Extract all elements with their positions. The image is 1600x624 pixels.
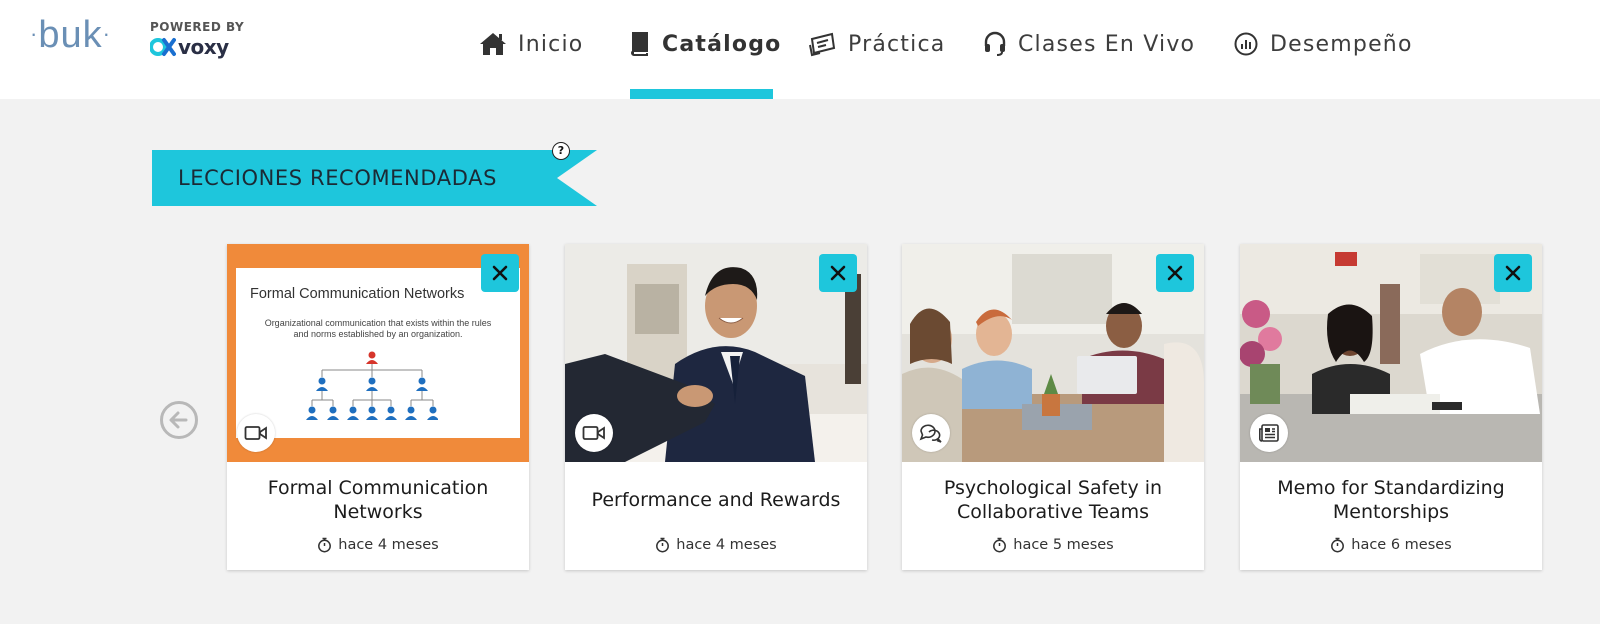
- book-icon: [626, 29, 652, 59]
- document-type-badge: [1250, 414, 1288, 452]
- lesson-thumbnail: [1240, 244, 1542, 462]
- stopwatch-icon: [317, 537, 332, 553]
- lesson-time: hace 5 meses: [902, 537, 1204, 553]
- lesson-time: hace 4 meses: [565, 537, 867, 553]
- lesson-title: Psychological Safety in Collaborative Te…: [943, 477, 1163, 523]
- lesson-time: hace 4 meses: [227, 537, 529, 553]
- stopwatch-icon: [1330, 537, 1345, 553]
- home-icon: [478, 29, 508, 59]
- close-icon: [1505, 265, 1521, 281]
- lesson-card[interactable]: Formal Communication Networks Organizati…: [227, 244, 529, 570]
- dismiss-button[interactable]: [481, 254, 519, 292]
- stopwatch-icon: [655, 537, 670, 553]
- chat-type-badge: [912, 414, 950, 452]
- arrow-left-icon: [160, 401, 198, 439]
- headset-icon: [982, 29, 1008, 59]
- chat-icon: [919, 424, 942, 443]
- lesson-card[interactable]: Memo for Standardizing Mentorships hace …: [1240, 244, 1542, 570]
- nav-item-practica[interactable]: Práctica: [808, 26, 945, 62]
- lesson-card[interactable]: Performance and Rewards hace 4 meses: [565, 244, 867, 570]
- lesson-title: Memo for Standardizing Mentorships: [1277, 477, 1505, 523]
- help-button[interactable]: ?: [552, 142, 570, 160]
- close-icon: [830, 265, 846, 281]
- lesson-title: Performance and Rewards: [591, 489, 841, 511]
- lesson-thumbnail: Formal Communication Networks Organizati…: [227, 244, 529, 462]
- lesson-thumbnail: [902, 244, 1204, 462]
- lesson-card[interactable]: Psychological Safety in Collaborative Te…: [902, 244, 1204, 570]
- lesson-title: Formal Communication Networks: [267, 477, 489, 523]
- dismiss-button[interactable]: [1156, 254, 1194, 292]
- slide-preview: Formal Communication Networks Organizati…: [236, 268, 520, 438]
- lesson-thumbnail: [565, 244, 867, 462]
- dismiss-button[interactable]: [819, 254, 857, 292]
- slide-title: Formal Communication Networks: [250, 286, 465, 302]
- stopwatch-icon: [992, 537, 1007, 553]
- video-type-badge: [237, 414, 275, 452]
- close-icon: [492, 265, 508, 281]
- nav-item-inicio[interactable]: Inicio: [478, 26, 583, 62]
- dismiss-button[interactable]: [1494, 254, 1532, 292]
- section-title: LECCIONES RECOMENDADAS: [178, 166, 498, 190]
- carousel-prev-button[interactable]: [159, 400, 199, 440]
- video-icon: [244, 426, 267, 440]
- video-type-badge: [575, 414, 613, 452]
- nav-item-catalogo[interactable]: Catálogo: [626, 26, 781, 62]
- active-tab-indicator: [630, 89, 773, 99]
- document-icon: [1258, 424, 1279, 442]
- main-nav: Inicio Catálogo Práctica Clases En Vivo …: [0, 0, 1600, 99]
- nav-item-clases-en-vivo[interactable]: Clases En Vivo: [982, 26, 1195, 62]
- practice-icon: [808, 29, 838, 59]
- lesson-time: hace 6 meses: [1240, 537, 1542, 553]
- slide-subtitle: Organizational communication that exists…: [264, 318, 492, 339]
- chart-icon: [1232, 29, 1260, 59]
- top-header: ·buk· POWERED BY voxy Inicio Catálogo Pr…: [0, 0, 1600, 99]
- video-icon: [582, 426, 605, 440]
- nav-item-desempeno[interactable]: Desempeño: [1232, 26, 1413, 62]
- section-ribbon: LECCIONES RECOMENDADAS: [152, 150, 597, 206]
- org-chart-icon: [306, 351, 438, 420]
- close-icon: [1167, 265, 1183, 281]
